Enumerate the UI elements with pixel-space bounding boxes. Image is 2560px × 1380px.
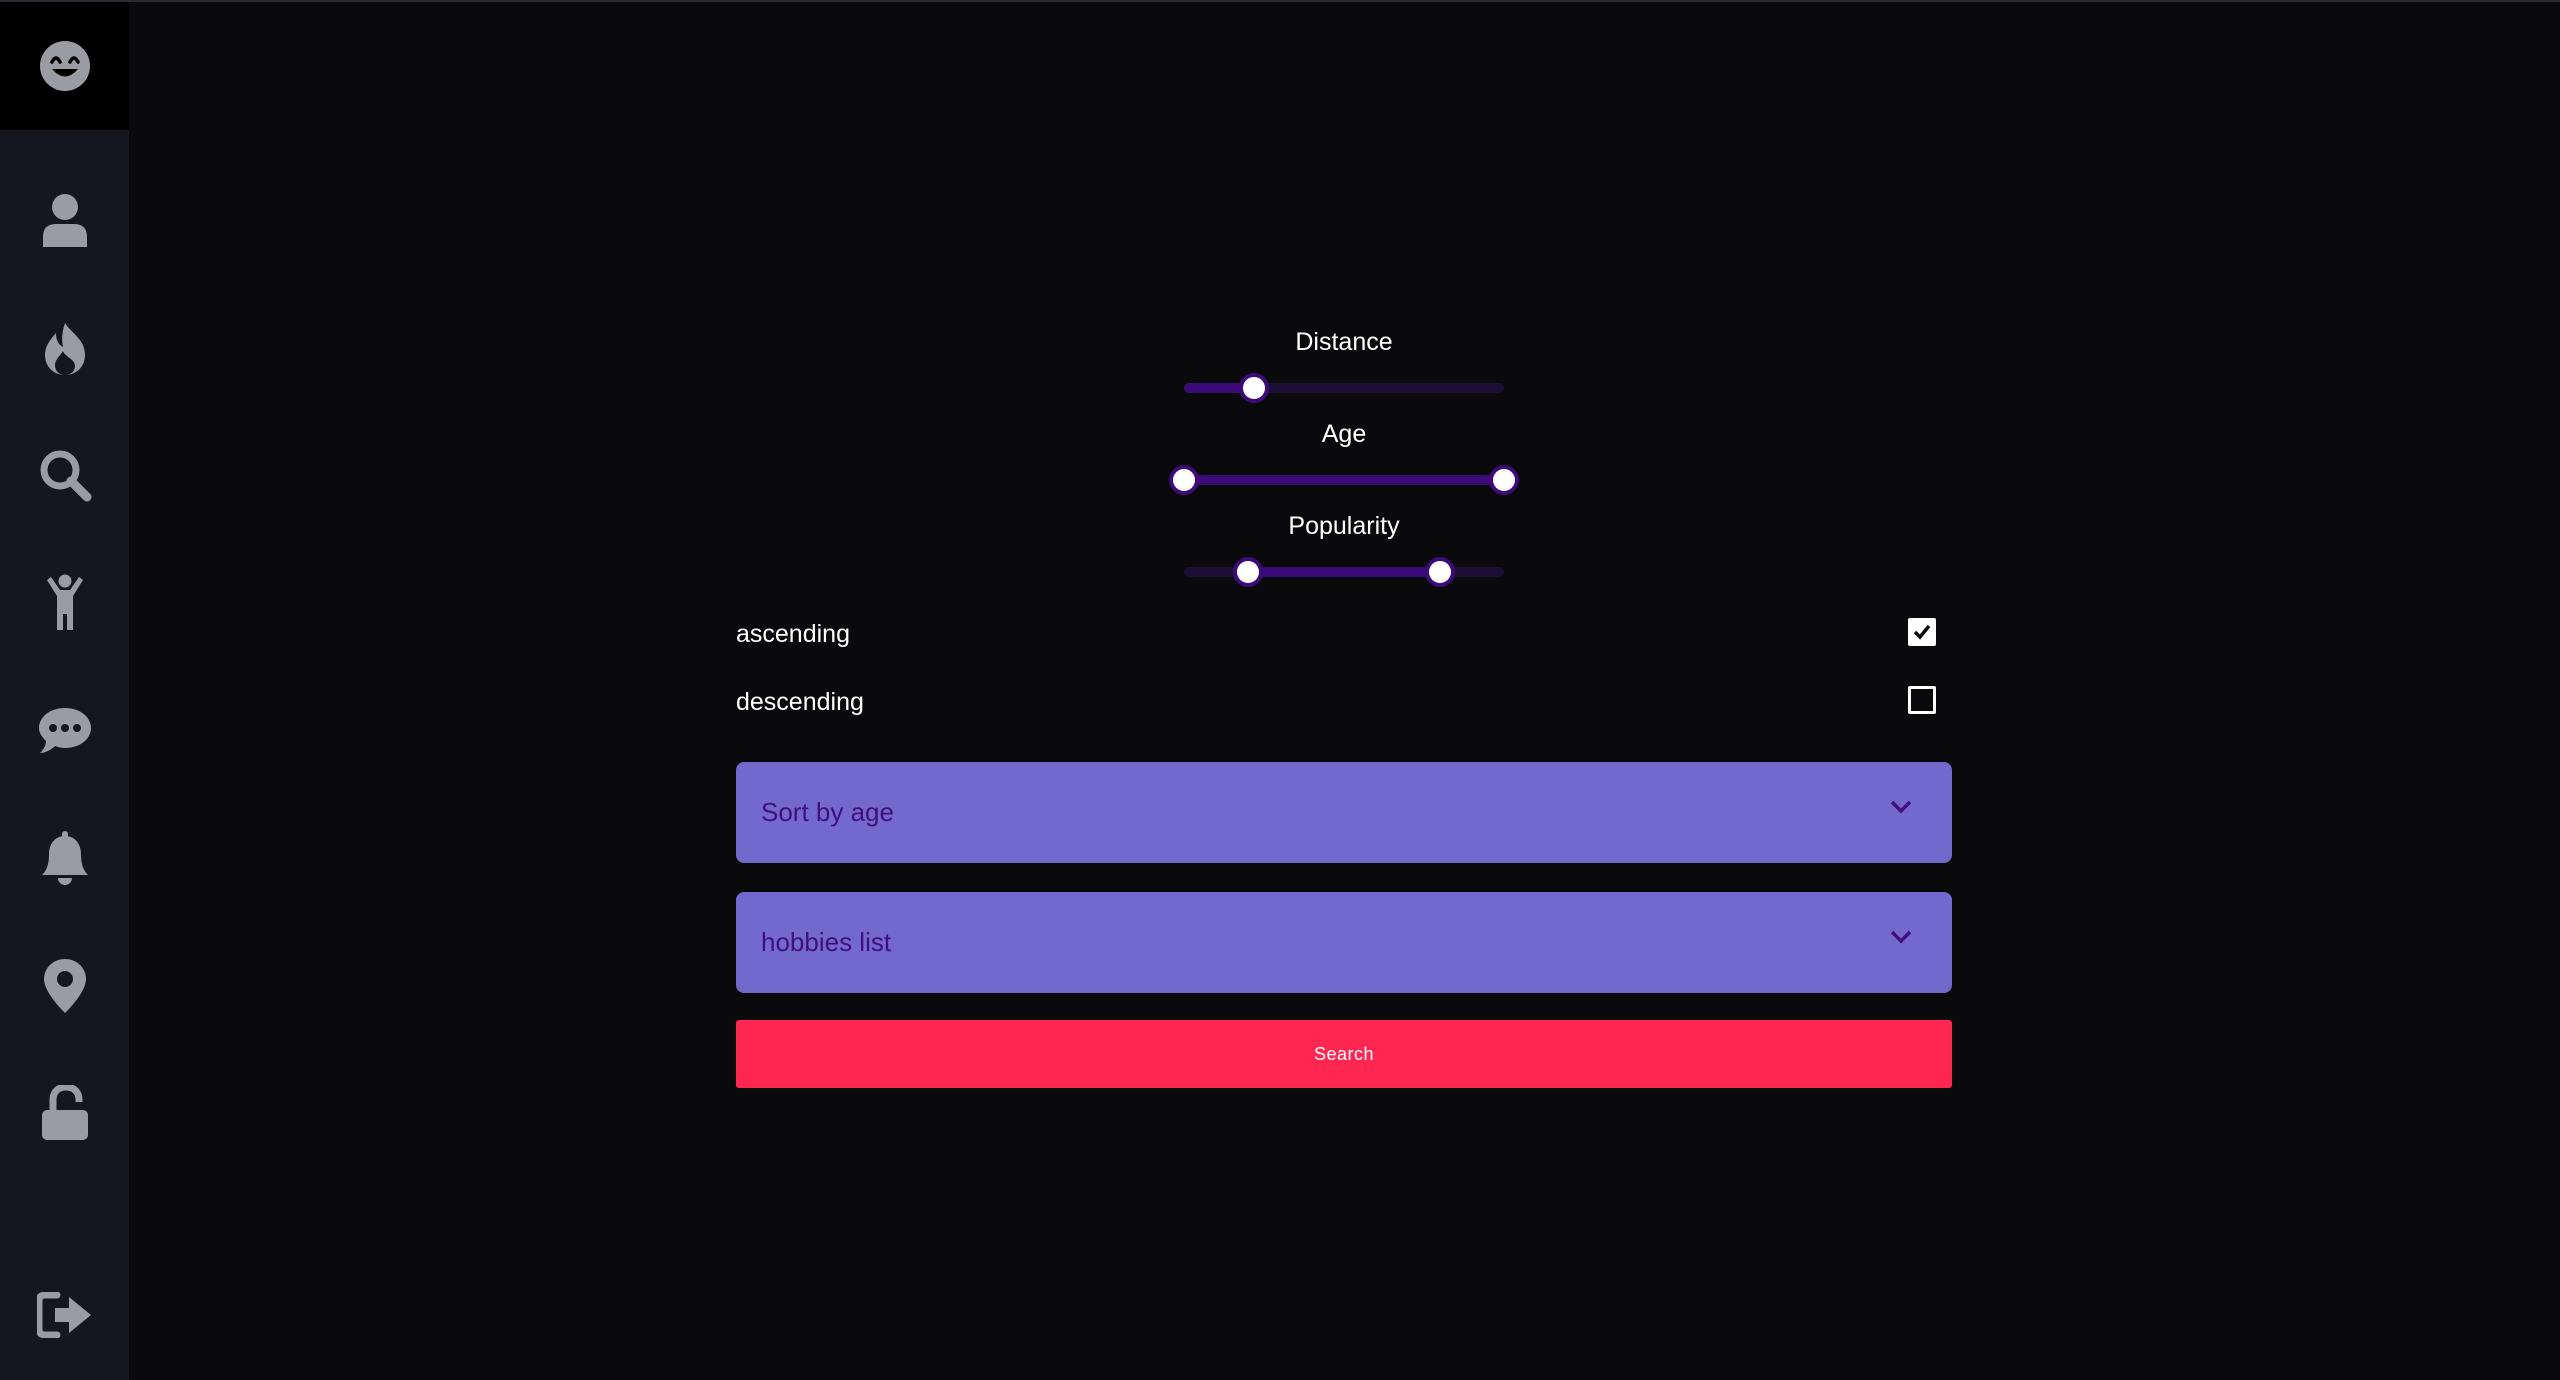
age-slider-fill: [1184, 475, 1504, 485]
descending-checkbox[interactable]: [1908, 686, 1936, 714]
sidebar: [0, 130, 129, 1380]
sidebar-item-password[interactable]: [0, 1068, 129, 1158]
popularity-label: Popularity: [1288, 512, 1400, 540]
check-icon: [1913, 624, 1931, 640]
hobbies-select[interactable]: hobbies list: [736, 892, 1952, 993]
sidebar-item-chat[interactable]: [0, 686, 129, 776]
bell-icon: [41, 831, 88, 885]
distance-label: Distance: [1295, 328, 1393, 356]
fire-icon: [44, 323, 85, 375]
user-icon: [42, 194, 87, 247]
hobbies-select-value: hobbies list: [761, 927, 892, 957]
sort-select[interactable]: Sort by age: [736, 762, 1952, 863]
sidebar-item-search[interactable]: [0, 430, 129, 520]
smiling-face-icon: [39, 41, 90, 91]
ascending-checkbox[interactable]: [1908, 618, 1936, 646]
map-marker-icon: [43, 959, 86, 1013]
chevron-down-icon: [1890, 930, 1912, 944]
age-slider[interactable]: [1169, 465, 1519, 495]
sidebar-item-matches[interactable]: [0, 303, 129, 393]
sidebar-item-visitors[interactable]: [0, 558, 129, 648]
distance-slider[interactable]: [1184, 373, 1504, 403]
unlock-icon: [41, 1085, 88, 1140]
ascending-label: ascending: [736, 620, 850, 648]
age-slider-max-thumb[interactable]: [1489, 465, 1519, 495]
sidebar-item-notifications[interactable]: [0, 813, 129, 903]
logout-button[interactable]: [0, 1270, 129, 1360]
chevron-down-icon: [1890, 800, 1912, 814]
popularity-slider-max-thumb[interactable]: [1425, 557, 1455, 587]
distance-slider-thumb[interactable]: [1239, 373, 1270, 403]
child-icon: [46, 574, 83, 630]
popularity-slider-fill: [1248, 567, 1440, 577]
descending-option[interactable]: descending: [736, 678, 1952, 728]
sidebar-item-location[interactable]: [0, 941, 129, 1031]
comment-dots-icon: [38, 708, 91, 753]
popularity-slider-min-thumb[interactable]: [1233, 557, 1263, 587]
search-button[interactable]: Search: [736, 1020, 1952, 1088]
age-label: Age: [1321, 420, 1367, 448]
popularity-slider[interactable]: [1184, 557, 1504, 587]
ascending-option[interactable]: ascending: [736, 610, 1952, 660]
sign-out-icon: [36, 1292, 91, 1338]
search-icon: [40, 450, 91, 502]
sort-select-value: Sort by age: [761, 797, 894, 827]
age-slider-min-thumb[interactable]: [1169, 465, 1199, 495]
sidebar-item-profile[interactable]: [0, 175, 129, 265]
descending-label: descending: [736, 688, 864, 716]
app-logo[interactable]: [0, 2, 129, 130]
